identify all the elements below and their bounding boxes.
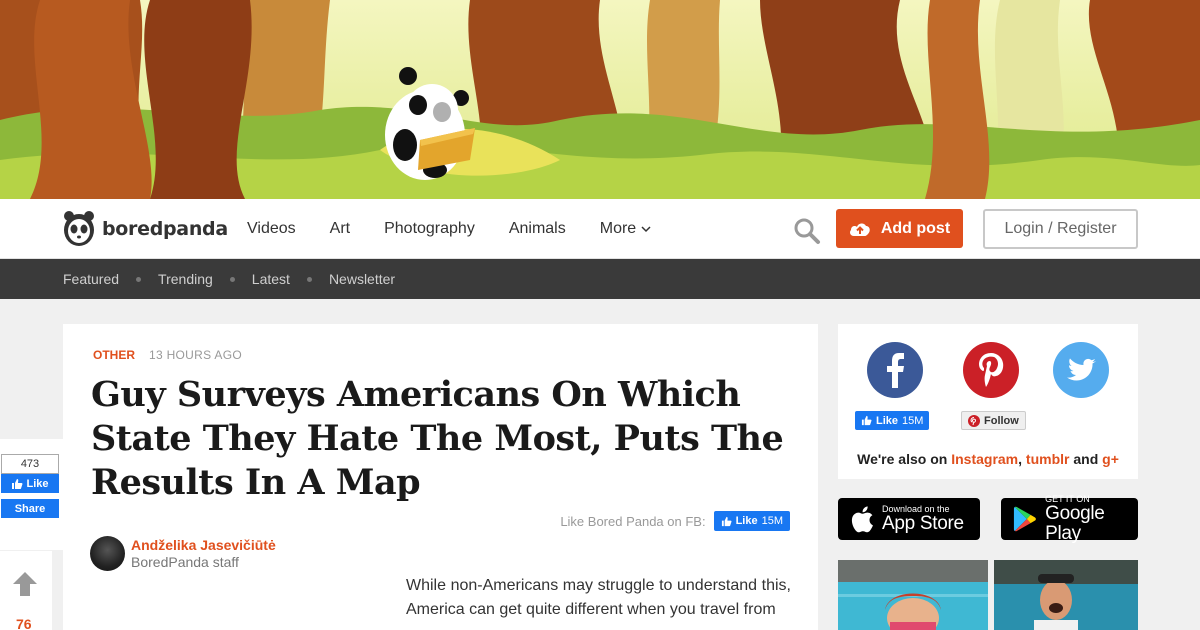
pinterest-small-icon bbox=[968, 414, 980, 427]
pinterest-follow-label: Follow bbox=[984, 414, 1019, 427]
add-post-label: Add post bbox=[880, 219, 951, 237]
fb-like-count: 15M bbox=[761, 515, 783, 527]
cloud-upload-icon bbox=[849, 222, 870, 236]
article-timestamp: 13 HOURS AGO bbox=[149, 348, 242, 362]
share-widget: 473 Like Share bbox=[0, 439, 63, 550]
login-register-button[interactable]: Login / Register bbox=[983, 209, 1138, 249]
google-play-big-text: Google Play bbox=[1045, 503, 1105, 544]
fb-like-label: Like bbox=[735, 515, 758, 527]
nav-item-animals[interactable]: Animals bbox=[509, 220, 566, 238]
chevron-down-icon bbox=[641, 225, 651, 232]
upvote-count: 76 bbox=[16, 616, 32, 630]
main-nav: Videos Art Photography Animals More bbox=[247, 199, 685, 259]
app-store-big-text: App Store bbox=[882, 513, 964, 534]
thumbnail-image bbox=[838, 560, 988, 630]
article-card: OTHER 13 HOURS AGO Guy Surveys Americans… bbox=[63, 324, 818, 630]
search-icon[interactable] bbox=[793, 217, 821, 245]
google-play-icon bbox=[1013, 506, 1036, 532]
article-meta: OTHER 13 HOURS AGO bbox=[93, 348, 242, 362]
also-on-prefix: We're also on bbox=[857, 451, 948, 467]
panda-logo-icon bbox=[64, 211, 94, 246]
author-byline: Andželika Jasevičiūtė BoredPanda staff bbox=[90, 536, 276, 571]
twitter-circle-button[interactable] bbox=[1053, 342, 1109, 398]
apple-icon bbox=[851, 506, 873, 533]
header-banner-illustration bbox=[0, 0, 1200, 199]
site-logo[interactable]: boredpanda bbox=[62, 209, 228, 249]
facebook-icon bbox=[887, 353, 904, 388]
instagram-link[interactable]: Instagram bbox=[951, 451, 1018, 467]
social-follow-card: Like 15M Follow We're also on Instagram,… bbox=[838, 324, 1138, 479]
sidebar-fb-like-count: 15M bbox=[902, 414, 924, 427]
nav-item-photography[interactable]: Photography bbox=[384, 220, 475, 238]
sidebar-fb-like-button[interactable]: Like 15M bbox=[855, 411, 930, 430]
nav-item-videos[interactable]: Videos bbox=[247, 220, 296, 238]
fb-prompt-text: Like Bored Panda on FB: bbox=[560, 513, 706, 529]
author-name-link[interactable]: Andželika Jasevičiūtė bbox=[131, 537, 276, 553]
article-category-link[interactable]: OTHER bbox=[93, 348, 135, 362]
nav-more-label: More bbox=[599, 220, 637, 237]
share-like-label: Like bbox=[26, 477, 49, 490]
article-title: Guy Surveys Americans On Which State The… bbox=[91, 374, 784, 503]
also-comma: , bbox=[1018, 451, 1023, 467]
upvote-widget: 76 bbox=[0, 551, 52, 630]
twitter-icon bbox=[1067, 358, 1096, 381]
fb-like-button[interactable]: Like 15M bbox=[713, 511, 790, 531]
subnav-item-newsletter[interactable]: Newsletter bbox=[329, 271, 395, 287]
pinterest-follow-button[interactable]: Follow bbox=[961, 411, 1026, 430]
subnav-separator bbox=[306, 276, 312, 282]
thumbs-up-icon bbox=[861, 415, 872, 426]
subnav-separator bbox=[229, 276, 235, 282]
article-body-text: While non-Americans may struggle to unde… bbox=[406, 577, 791, 618]
also-on-links: We're also on Instagram, tumblr and g+ bbox=[838, 451, 1138, 467]
share-button[interactable]: Share bbox=[1, 499, 59, 518]
logo-wordmark: boredpanda bbox=[102, 218, 228, 240]
thumbnail-image bbox=[994, 560, 1138, 630]
fb-like-prompt: Like Bored Panda on FB: Like 15M bbox=[560, 511, 790, 531]
share-count-bubble: 473 bbox=[1, 454, 59, 474]
upvote-arrow-icon[interactable] bbox=[12, 571, 38, 597]
app-store-badge[interactable]: Download on the App Store bbox=[838, 498, 980, 540]
author-role: BoredPanda staff bbox=[131, 554, 239, 570]
subnav-item-latest[interactable]: Latest bbox=[252, 271, 290, 287]
sub-nav: Featured Trending Latest Newsletter bbox=[0, 259, 1200, 299]
subnav-item-featured[interactable]: Featured bbox=[63, 271, 119, 287]
author-avatar[interactable] bbox=[90, 536, 125, 571]
also-and: and bbox=[1073, 451, 1099, 467]
thumbs-up-icon bbox=[721, 516, 732, 526]
tumblr-link[interactable]: tumblr bbox=[1026, 451, 1070, 467]
subnav-separator bbox=[136, 276, 142, 282]
thumbs-up-icon bbox=[12, 478, 23, 489]
nav-item-art[interactable]: Art bbox=[330, 220, 350, 238]
subnav-item-trending[interactable]: Trending bbox=[158, 271, 213, 287]
sidebar-thumbnail[interactable] bbox=[994, 560, 1138, 630]
pinterest-circle-button[interactable] bbox=[963, 342, 1019, 398]
google-plus-link[interactable]: g+ bbox=[1102, 451, 1119, 467]
google-play-badge[interactable]: GET IT ON Google Play bbox=[1001, 494, 1138, 544]
sidebar-fb-like-label: Like bbox=[876, 414, 899, 427]
share-like-button[interactable]: Like bbox=[1, 474, 59, 493]
facebook-circle-button[interactable] bbox=[867, 342, 923, 398]
add-post-button[interactable]: Add post bbox=[836, 209, 963, 248]
nav-item-more[interactable]: More bbox=[600, 220, 651, 238]
pinterest-icon bbox=[979, 353, 1004, 387]
sidebar-thumbnail[interactable] bbox=[838, 560, 988, 630]
